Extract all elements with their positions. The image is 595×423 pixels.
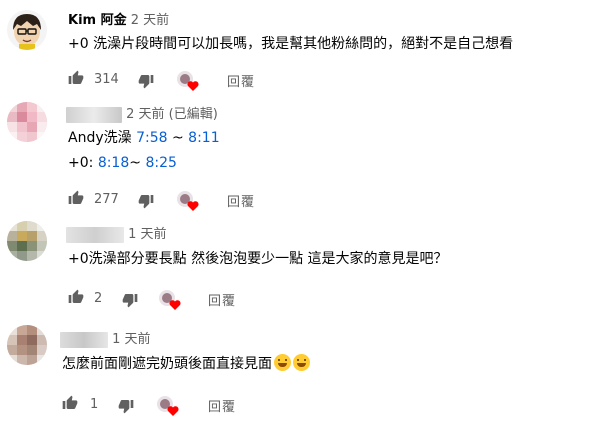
- comment-time[interactable]: 1 天前: [128, 227, 166, 242]
- cartoon-avatar-icon: [13, 14, 41, 50]
- thumbs-up-icon[interactable]: [62, 395, 78, 411]
- comment-author: 1 天前: [60, 328, 151, 348]
- comment-author: 2 天前 (已編輯): [66, 103, 218, 123]
- pixelated-avatar-icon: [7, 102, 47, 142]
- redacted-author-name[interactable]: [66, 226, 124, 243]
- comment-text: Andy洗澡 7:58 ~ 8:11: [68, 128, 220, 148]
- creator-heart-icon: [159, 290, 181, 310]
- comment-actions: 277 回覆: [68, 190, 368, 211]
- comment-author: Kim 阿金 2 天前: [68, 9, 169, 28]
- creator-heart-icon: [177, 191, 199, 211]
- comment-time[interactable]: 2 天前: [131, 13, 169, 28]
- text-segment: ~: [129, 155, 146, 171]
- comment-text: +0 洗澡片段時間可以加長嗎，我是幫其他粉絲問的，絕對不是自己想看: [68, 36, 514, 52]
- redacted-author-name[interactable]: [66, 106, 122, 123]
- author-name[interactable]: Kim 阿金: [68, 13, 127, 28]
- comment: Kim 阿金 2 天前 +0 洗澡片段時間可以加長嗎，我是幫其他粉絲問的，絕對不…: [0, 0, 595, 100]
- reply-button[interactable]: 回覆: [227, 71, 255, 90]
- pixelated-avatar-icon: [7, 325, 47, 365]
- thumbs-up-icon[interactable]: [68, 70, 84, 86]
- grinning-sweat-emoji: [293, 354, 310, 371]
- reply-button[interactable]: 回覆: [208, 290, 236, 309]
- comment: 1 天前 怎麼前面剛遮完奶頭後面直接見面 1 回覆: [0, 315, 595, 423]
- comment-actions: 2 回覆: [68, 289, 368, 310]
- comment-text: +0: 8:18~ 8:25: [68, 153, 177, 173]
- text-segment: ~: [167, 130, 189, 146]
- text-segment: 怎麼前面剛遮完奶頭後面直接見面: [62, 356, 272, 372]
- like-count: 2: [94, 291, 103, 306]
- reply-button[interactable]: 回覆: [227, 191, 255, 210]
- grinning-sweat-emoji: [274, 354, 291, 371]
- comment-time[interactable]: 1 天前: [112, 332, 150, 347]
- redacted-author-name[interactable]: [60, 331, 108, 348]
- avatar[interactable]: [7, 10, 47, 50]
- thumbs-down-icon[interactable]: [122, 292, 138, 308]
- comment-time[interactable]: 2 天前 (已編輯): [126, 107, 218, 122]
- text-segment: +0:: [68, 155, 98, 171]
- comment: 1 天前 +0洗澡部分要長點 然後泡泡要少一點 這是大家的意見是吧？ 2 回覆: [0, 215, 595, 315]
- avatar[interactable]: [7, 325, 47, 365]
- comment: 2 天前 (已編輯) Andy洗澡 7:58 ~ 8:11 +0: 8:18~ …: [0, 100, 595, 215]
- comment-actions: 314 回覆: [68, 70, 368, 91]
- timestamp-link[interactable]: 8:18: [98, 155, 129, 171]
- like-count: 1: [90, 397, 99, 412]
- thumbs-down-icon[interactable]: [138, 73, 154, 89]
- comment-text: +0洗澡部分要長點 然後泡泡要少一點 這是大家的意見是吧？: [68, 251, 448, 267]
- text-segment: Andy洗澡: [68, 130, 137, 146]
- like-count: 314: [94, 72, 119, 87]
- avatar[interactable]: [7, 102, 47, 142]
- thumbs-down-icon[interactable]: [138, 193, 154, 209]
- creator-heart-icon: [177, 71, 199, 91]
- timestamp-link[interactable]: 7:58: [136, 130, 167, 146]
- reply-button[interactable]: 回覆: [208, 396, 236, 415]
- pixelated-avatar-icon: [7, 221, 47, 261]
- timestamp-link[interactable]: 8:11: [188, 130, 219, 146]
- comment-text: 怎麼前面剛遮完奶頭後面直接見面: [62, 354, 310, 374]
- thumbs-up-icon[interactable]: [68, 289, 84, 305]
- comment-author: 1 天前: [66, 223, 167, 243]
- thumbs-down-icon[interactable]: [118, 398, 134, 414]
- thumbs-up-icon[interactable]: [68, 190, 84, 206]
- creator-heart-icon: [157, 396, 179, 416]
- avatar[interactable]: [7, 221, 47, 261]
- like-count: 277: [94, 192, 119, 207]
- timestamp-link[interactable]: 8:25: [145, 155, 176, 171]
- comment-actions: 1 回覆: [62, 395, 362, 416]
